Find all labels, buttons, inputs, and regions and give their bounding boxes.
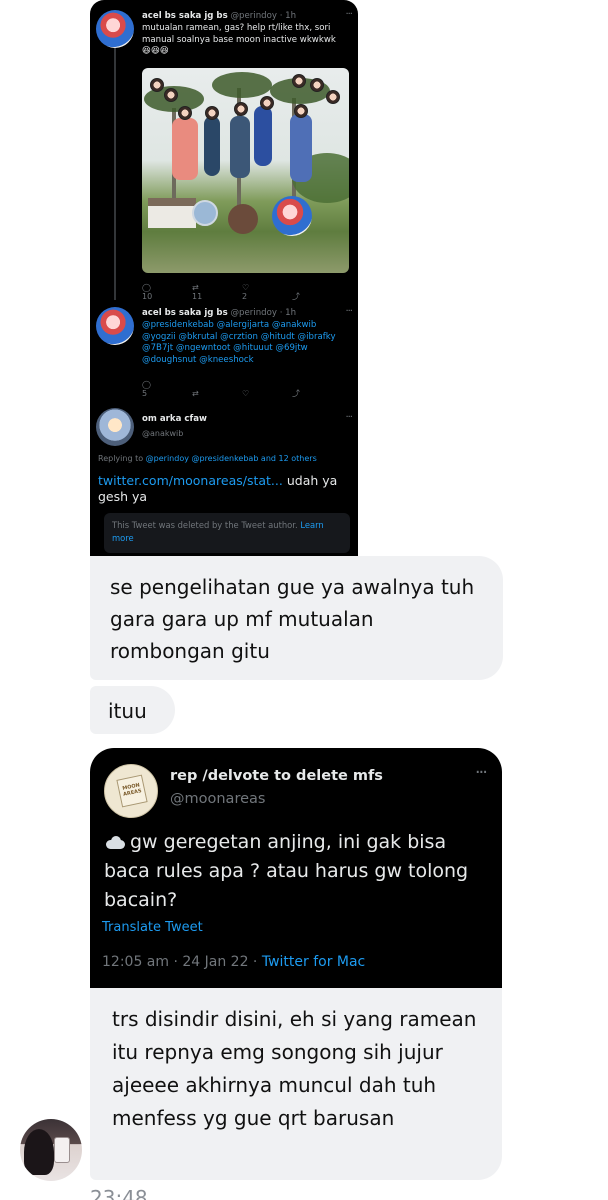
more-icon[interactable]: ···: [475, 762, 488, 783]
tweet-header: acel bs saka jg bs @perindoy · 1h: [142, 308, 297, 318]
like-icon[interactable]: ♡: [242, 389, 292, 398]
tweet-text: twitter.com/moonareas/stat... udah ya ge…: [98, 473, 338, 504]
tweet-text: gw geregetan anjing, ini gak bisa baca r…: [104, 831, 469, 911]
deleted-tweet-notice: This Tweet was deleted by the Tweet auth…: [104, 513, 350, 553]
emoji: 😆😆😆: [142, 46, 169, 56]
message-timestamp: 23:48: [90, 1186, 148, 1200]
tweet-mentions[interactable]: @presidenkebab @alergijarta @anakwib @yo…: [142, 320, 348, 366]
tweet-handle: @anakwib: [142, 429, 184, 438]
more-icon: ···: [345, 306, 352, 317]
like-icon[interactable]: ♡ 2: [242, 283, 292, 301]
tweet-author: rep /delvote to delete mfs: [170, 768, 383, 784]
message-bubble[interactable]: trs disindir disini, eh si yang ramean i…: [90, 988, 502, 1180]
retweet-icon[interactable]: ⇄: [192, 389, 242, 398]
tweet-actions: ◯ 5 ⇄ ♡ ⤴: [142, 380, 342, 399]
tweet-author: om arka cfaw: [142, 414, 207, 424]
replying-to: Replying to @perindoy @presidenkebab and…: [98, 454, 317, 463]
tweet-header: acel bs saka jg bs @perindoy · 1h: [142, 11, 297, 21]
avatar: [96, 408, 134, 446]
message-bubble[interactable]: se pengelihatan gue ya awalnya tuh gara …: [90, 556, 503, 680]
translate-tweet-link[interactable]: Translate Tweet: [102, 920, 203, 935]
avatar-logo: MOON AREAS: [116, 774, 148, 808]
tweet-meta: 12:05 am · 24 Jan 22 · Twitter for Mac: [102, 954, 366, 970]
tweet-source[interactable]: Twitter for Mac: [262, 954, 365, 970]
avatar: MOON AREAS: [104, 764, 158, 818]
tweet-text: mutualan ramean, gas? help rt/like thx, …: [142, 23, 336, 56]
tweet-link[interactable]: twitter.com/moonareas/stat...: [98, 473, 283, 488]
share-icon[interactable]: ⤴: [292, 291, 342, 302]
avatar: [96, 10, 134, 48]
tweet-photo: [142, 68, 349, 273]
cloud-icon: [104, 836, 126, 849]
quoted-tweet-card[interactable]: MOON AREAS rep /delvote to delete mfs @m…: [90, 748, 502, 988]
tweet-actions: ◯ 10⇄ 11♡ 2 ⤴: [142, 283, 342, 302]
message-bubble[interactable]: ituu: [90, 686, 175, 734]
more-icon: ···: [345, 412, 352, 423]
more-icon: ···: [345, 9, 352, 20]
avatar: [96, 307, 134, 345]
shared-screenshot[interactable]: acel bs saka jg bs @perindoy · 1h ··· mu…: [90, 0, 358, 556]
share-icon[interactable]: ⤴: [292, 388, 342, 399]
tweet-handle: @moonareas: [170, 791, 266, 807]
sender-avatar[interactable]: [20, 1119, 82, 1181]
reply-icon[interactable]: ◯ 5: [142, 380, 192, 398]
reply-icon[interactable]: ◯ 10: [142, 283, 192, 301]
retweet-icon[interactable]: ⇄ 11: [192, 283, 242, 301]
thread-line: [114, 48, 116, 300]
